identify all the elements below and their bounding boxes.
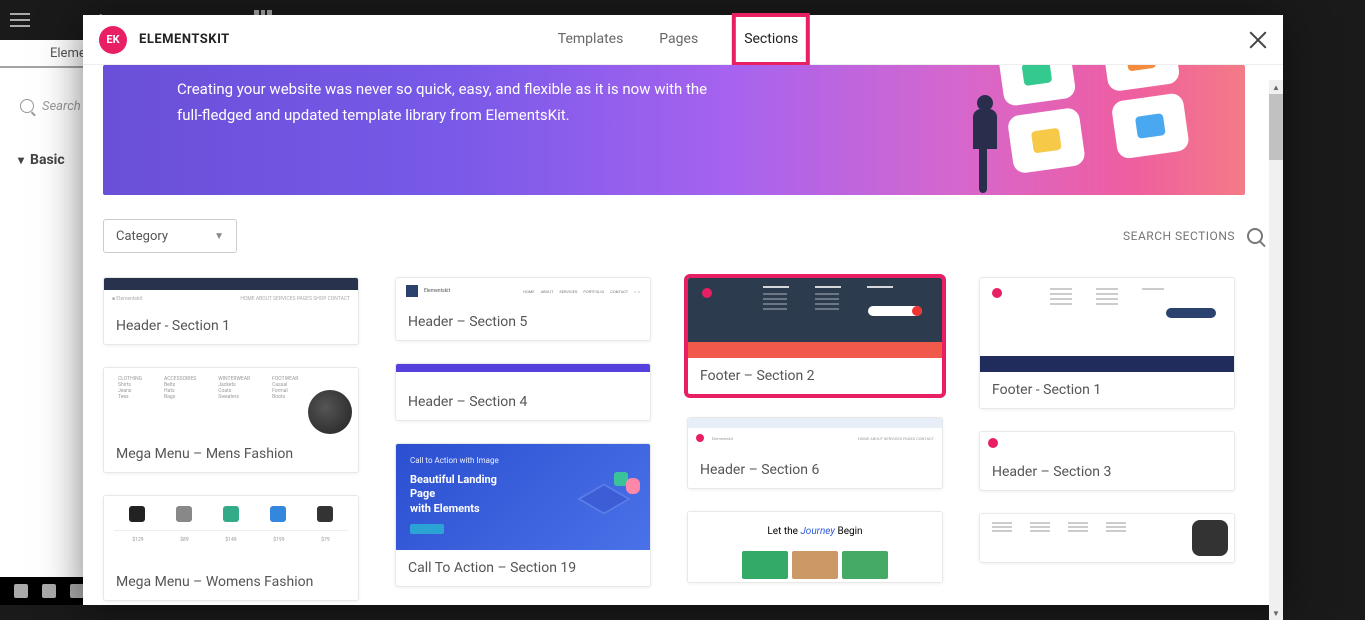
modal-title: ELEMENTSKIT <box>139 32 230 47</box>
card-megamenu-mens[interactable]: CLOTHINGShirtsJeansTeesACCESSORIESBeltsH… <box>103 367 359 473</box>
history-icon[interactable] <box>70 584 84 598</box>
card-thumb: ■ ElementskitHOME ABOUT SERVICES PAGES S… <box>104 278 358 308</box>
scroll-down-icon[interactable]: ▼ <box>1269 606 1283 620</box>
hero-text: Creating your website was never so quick… <box>177 77 717 128</box>
card-title: Header - Section 1 <box>104 308 358 344</box>
card-footer-section-2[interactable]: Footer – Section 2 <box>687 277 943 395</box>
elementskit-modal: EK ELEMENTSKIT Templates Pages Sections … <box>83 15 1283 605</box>
card-thumb <box>980 432 1234 454</box>
card-title: Call To Action – Section 19 <box>396 550 650 586</box>
card-thumb <box>396 364 650 384</box>
scrollbar-thumb[interactable] <box>1269 94 1283 160</box>
settings-icon[interactable] <box>14 584 28 598</box>
card-header-section-3[interactable]: Header – Section 3 <box>979 431 1235 491</box>
card-thumb: Elementskit HOMEABOUTSERVICESPORTFOLIOCO… <box>396 278 650 304</box>
card-title: Mega Menu – Mens Fashion <box>104 436 358 472</box>
card-header-section-5[interactable]: Elementskit HOMEABOUTSERVICESPORTFOLIOCO… <box>395 277 651 341</box>
search-placeholder: Search <box>42 99 81 114</box>
layers-icon[interactable] <box>42 584 56 598</box>
category-label: Category <box>116 229 168 244</box>
card-mega-office[interactable] <box>979 513 1235 563</box>
search-icon[interactable] <box>1247 228 1263 244</box>
card-title: Footer - Section 1 <box>980 372 1234 408</box>
card-title: Footer – Section 2 <box>688 358 942 394</box>
search-input[interactable] <box>1085 229 1235 244</box>
tab-templates[interactable]: Templates <box>558 15 624 64</box>
hero-banner: Creating your website was never so quick… <box>103 65 1245 195</box>
card-megamenu-womens[interactable]: $129$89$149$199$79 Mega Menu – Womens Fa… <box>103 495 359 601</box>
card-thumb: $129$89$149$199$79 <box>104 496 358 564</box>
hamburger-icon[interactable] <box>10 13 30 27</box>
elementskit-logo: EK <box>99 26 127 54</box>
card-journey[interactable]: Let the Journey Begin <box>687 511 943 583</box>
hero-person-illustration <box>955 95 1015 195</box>
card-footer-section-1[interactable]: Footer - Section 1 <box>979 277 1235 409</box>
card-title: Header – Section 5 <box>396 304 650 340</box>
card-thumb: ElementskitHOME ABOUT SERVICES PAGES CON… <box>688 418 942 452</box>
category-select[interactable]: Category ▼ <box>103 219 237 253</box>
card-title: Header – Section 6 <box>688 452 942 488</box>
card-header-section-6[interactable]: ElementskitHOME ABOUT SERVICES PAGES CON… <box>687 417 943 489</box>
card-thumb: Call to Action with Image Beautiful Land… <box>396 444 650 550</box>
chevron-down-icon: ▼ <box>214 231 224 242</box>
tab-sections[interactable]: Sections <box>734 15 808 64</box>
card-header-section-4[interactable]: Header – Section 4 <box>395 363 651 421</box>
card-thumb: CLOTHINGShirtsJeansTeesACCESSORIESBeltsH… <box>104 368 358 436</box>
tab-pages[interactable]: Pages <box>659 15 698 64</box>
close-icon[interactable] <box>1247 29 1269 51</box>
search-icon <box>20 99 34 113</box>
scrollbar[interactable]: ▲ ▼ <box>1269 80 1283 620</box>
scroll-up-icon[interactable]: ▲ <box>1269 80 1283 94</box>
card-title: Header – Section 3 <box>980 454 1234 490</box>
card-thumb <box>688 278 942 358</box>
card-title: Header – Section 4 <box>396 384 650 420</box>
card-header-section-1[interactable]: ■ ElementskitHOME ABOUT SERVICES PAGES S… <box>103 277 359 345</box>
modal-header: EK ELEMENTSKIT Templates Pages Sections <box>83 15 1283 65</box>
card-thumb <box>980 514 1234 562</box>
card-thumb <box>980 278 1234 372</box>
card-thumb: Let the Journey Begin <box>688 512 942 582</box>
card-cta-section-19[interactable]: Call to Action with Image Beautiful Land… <box>395 443 651 587</box>
card-title: Mega Menu – Womens Fashion <box>104 564 358 600</box>
